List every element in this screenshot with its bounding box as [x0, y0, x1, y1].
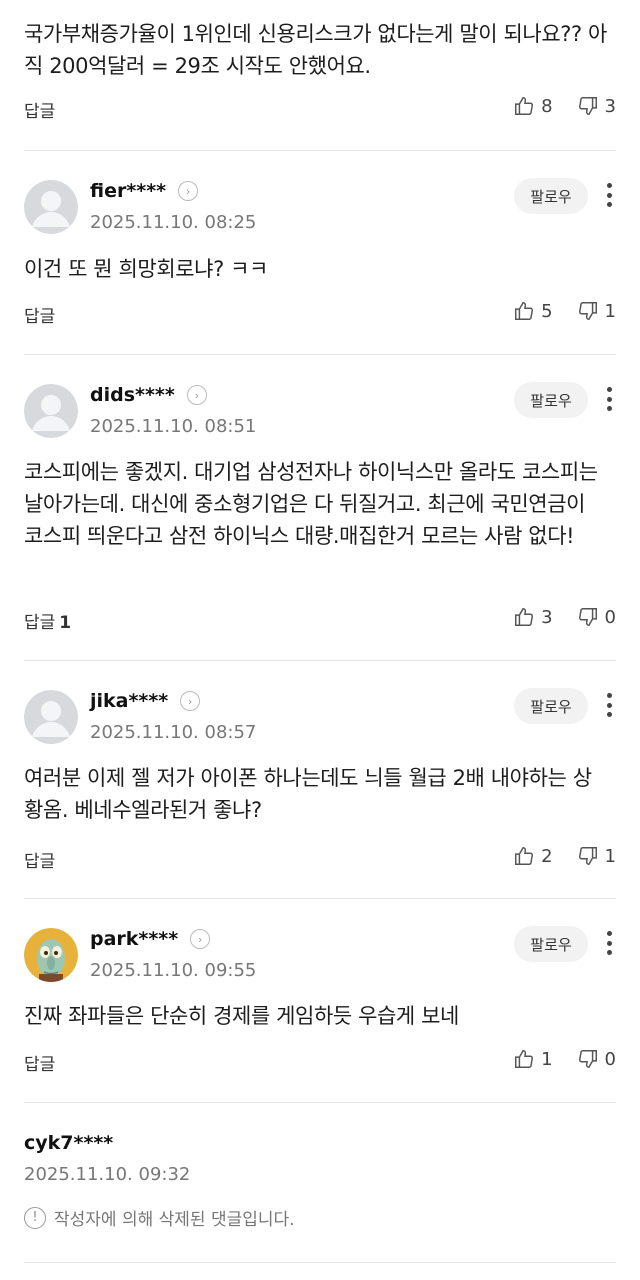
chevron-right-icon: › [180, 691, 201, 711]
dislike-button[interactable]: 0 [577, 606, 616, 628]
reply-count: 1 [59, 613, 72, 633]
dislike-button[interactable]: 1 [577, 300, 616, 322]
comment-nickname[interactable]: cyk7**** [24, 1132, 113, 1154]
comment-text: 이건 또 뭔 희망회로냐? ㅋㅋ [24, 257, 268, 281]
thumbs-up-icon [515, 302, 534, 320]
thumbs-up-icon [515, 97, 534, 115]
follow-button[interactable]: 팔로우 [514, 926, 588, 962]
thumbs-up-icon [515, 847, 534, 865]
comment-nickname[interactable]: jika**** › [90, 690, 201, 712]
comment-date: 2025.11.10. 08:25 [90, 212, 257, 233]
like-button[interactable]: 3 [513, 606, 553, 628]
reply-button[interactable]: 답글 [24, 97, 55, 122]
reply-button[interactable]: 답글 [24, 302, 59, 327]
reply-button[interactable]: 답글 [24, 847, 59, 872]
comment-date: 2025.11.10. 08:51 [90, 416, 257, 437]
divider [24, 898, 616, 899]
dislike-count: 0 [604, 606, 616, 628]
default-avatar-icon [24, 690, 78, 744]
comment-date: 2025.11.10. 09:32 [24, 1164, 191, 1185]
follow-button[interactable]: 팔로우 [514, 382, 588, 418]
like-count: 5 [541, 300, 553, 322]
like-count: 2 [541, 845, 553, 867]
comment-text: 진짜 좌파들은 단순히 경제를 게임하듯 우습게 보네 [24, 1004, 459, 1028]
divider [24, 660, 616, 661]
more-vertical-icon[interactable] [600, 928, 618, 958]
thumbs-down-icon [578, 847, 597, 865]
comment-date: 2025.11.10. 09:55 [90, 960, 257, 981]
reply-button[interactable]: 답글 1 [24, 608, 71, 633]
thumbs-down-icon [578, 1050, 597, 1068]
reply-button[interactable]: 답글 [24, 1050, 59, 1075]
dislike-button[interactable]: 0 [577, 1048, 616, 1070]
avatar[interactable] [24, 690, 78, 744]
dislike-button[interactable]: 3 [577, 95, 616, 117]
default-avatar-icon [24, 180, 78, 234]
comment-text: 국가부채증가율이 1위인데 신용리스크가 없다는게 말이 되나요?? 아직 20… [24, 22, 607, 78]
like-button[interactable]: 8 [513, 95, 553, 117]
follow-button[interactable]: 팔로우 [514, 688, 588, 724]
exclamation-circle-icon: ! [24, 1206, 46, 1229]
thumbs-down-icon [578, 97, 597, 115]
like-button[interactable]: 1 [513, 1048, 553, 1070]
follow-button[interactable]: 팔로우 [514, 178, 588, 214]
like-count: 8 [541, 95, 553, 117]
divider [24, 354, 616, 355]
like-count: 3 [541, 606, 553, 628]
avatar[interactable] [24, 180, 78, 234]
comment-nickname[interactable]: fier**** › [90, 180, 199, 202]
comment-date: 2025.11.10. 08:57 [90, 722, 257, 743]
more-vertical-icon[interactable] [600, 180, 618, 210]
avatar[interactable] [24, 384, 78, 438]
thumbs-up-icon [515, 608, 534, 626]
thumbs-down-icon [578, 302, 597, 320]
divider [24, 1102, 616, 1103]
like-button[interactable]: 2 [513, 845, 553, 867]
chevron-right-icon: › [190, 929, 211, 949]
comment-nickname[interactable]: dids**** › [90, 384, 207, 406]
like-count: 1 [541, 1048, 553, 1070]
dislike-count: 1 [604, 845, 616, 867]
more-vertical-icon[interactable] [600, 690, 618, 720]
chevron-right-icon: › [186, 385, 207, 405]
thumbs-up-icon [515, 1050, 534, 1068]
dislike-button[interactable]: 1 [577, 845, 616, 867]
comment-text: 여러분 이제 젤 저가 아이폰 하나는데도 늬들 월급 2배 내야하는 상황옴.… [24, 766, 592, 822]
chevron-right-icon: › [178, 181, 199, 201]
divider [24, 1262, 616, 1263]
dislike-count: 1 [604, 300, 616, 322]
dislike-count: 3 [604, 95, 616, 117]
comment-nickname[interactable]: park**** › [90, 928, 211, 950]
dislike-count: 0 [604, 1048, 616, 1070]
comment-text: 코스피에는 좋겠지. 대기업 삼성전자나 하이닉스만 올라도 코스피는 날아가는… [24, 460, 598, 548]
thumbs-down-icon [578, 608, 597, 626]
default-avatar-icon [24, 384, 78, 438]
divider [24, 150, 616, 151]
like-button[interactable]: 5 [513, 300, 553, 322]
avatar[interactable] [24, 928, 78, 982]
deleted-comment-notice: ! 작성자에 의해 삭제된 댓글입니다. [24, 1205, 295, 1230]
character-avatar-icon [24, 928, 78, 982]
more-vertical-icon[interactable] [600, 384, 618, 414]
